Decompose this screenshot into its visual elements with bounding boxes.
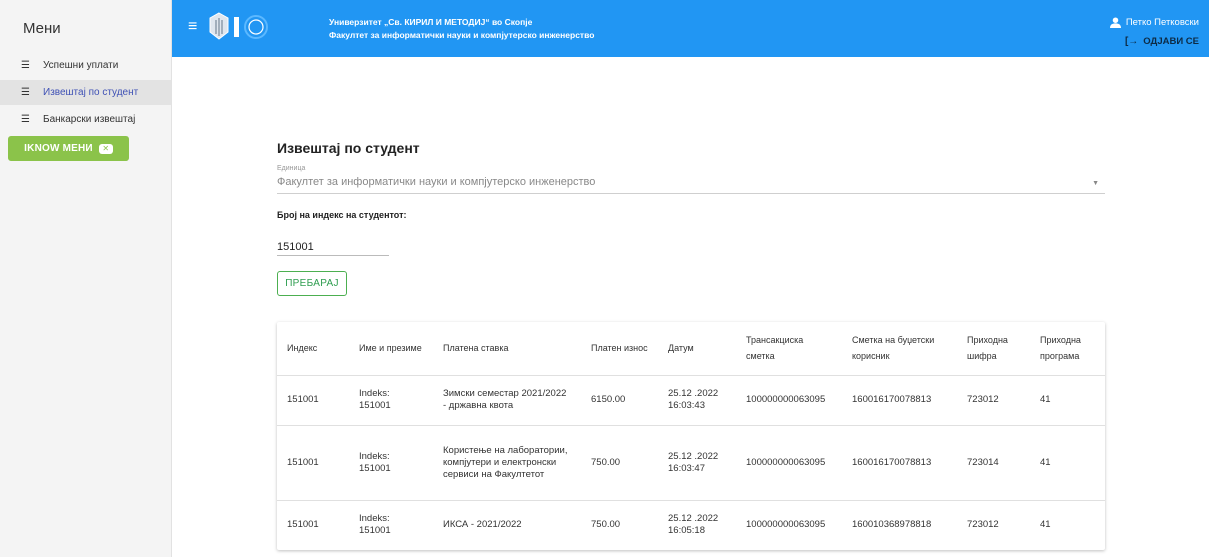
table-row: 151001 Indeks: 151001 ИКСА - 2021/2022 7…	[277, 500, 1105, 549]
table-cell: 151001	[287, 518, 319, 530]
table-cell: 25.12 .2022 16:05:18	[668, 512, 719, 536]
results-table: Индекс Име и презиме Платена ставка Плат…	[277, 322, 1105, 549]
column-header: Платен износ	[581, 322, 658, 376]
sidebar-title: Мени	[23, 20, 61, 37]
table-cell: 25.12 .2022 16:03:43	[658, 375, 736, 426]
university-name: Универзитет „Св. КИРИЛ И МЕТОДИЈ“ во Ско…	[329, 16, 594, 42]
page-title: Извештај по студент	[277, 140, 420, 156]
column-header: Индекс	[277, 322, 349, 376]
iknow-menu-label: IKNOW МЕНИ	[24, 143, 93, 154]
table-cell: 750.00	[591, 518, 621, 530]
faculty-title: Факултет за информатички науки и компјут…	[329, 30, 595, 40]
table-cell: 25.12 .2022 16:03:47	[658, 425, 736, 501]
results-table-card: Индекс Име и презиме Платена ставка Плат…	[277, 322, 1105, 550]
user-name: Петко Петковски	[1125, 17, 1199, 28]
table-cell: 750.00	[581, 425, 658, 501]
table-cell: 41	[1030, 375, 1105, 426]
person-icon	[1109, 17, 1121, 28]
sidebar-item-label: Успешни уплати	[43, 60, 119, 71]
table-cell: Indeks: 151001	[349, 375, 433, 426]
chevron-down-icon: ▼	[1092, 180, 1099, 187]
sidebar-item-bank-report[interactable]: ☰ Банкарски извештај	[0, 107, 171, 132]
backspace-icon: ✕	[98, 143, 113, 154]
table-cell: 723012	[967, 518, 999, 530]
sidebar-item-label: Извештај по студент	[43, 87, 139, 98]
column-header: Име и презиме	[349, 322, 433, 376]
column-header: Приходна програма	[1030, 322, 1105, 376]
user-info[interactable]: Петко Петковски	[1109, 17, 1199, 28]
table-header-row: Индекс Име и презиме Платена ставка Плат…	[277, 322, 1105, 376]
table-cell: 151001	[277, 375, 349, 426]
sidebar: Мени ☰ Успешни уплати ☰ Извештај по студ…	[0, 0, 172, 557]
column-header: Трансакциска сметка	[736, 322, 842, 376]
list-icon: ☰	[21, 60, 30, 71]
index-input[interactable]	[277, 238, 389, 256]
sidebar-item-student-report[interactable]: ☰ Извештај по студент	[0, 80, 171, 105]
top-bar: ≡ Универзитет „Св. КИРИЛ И МЕТОДИЈ“ во С…	[172, 0, 1209, 57]
table-cell: 100000000063095	[736, 425, 842, 501]
logout-label: ОДЈАВИ СЕ	[1143, 36, 1199, 47]
column-header: Сметка на буџетски корисник	[842, 322, 957, 376]
table-cell: Зимски семестар 2021/2022 - државна квот…	[433, 375, 581, 426]
exit-icon: [→	[1124, 36, 1139, 47]
iknow-menu-button[interactable]: IKNOW МЕНИ ✕	[8, 136, 129, 161]
unit-select[interactable]: Факултет за информатички науки и компјут…	[277, 176, 1105, 194]
list-icon: ☰	[21, 114, 30, 125]
university-logo-icon	[209, 12, 229, 40]
table-cell: 41	[1040, 518, 1051, 530]
table-cell: 151001	[277, 425, 349, 501]
sidebar-item-label: Банкарски извештај	[43, 114, 136, 125]
table-cell: Користење на лаборатории, компјутери и е…	[433, 425, 581, 501]
index-label: Број на индекс на студентот:	[277, 210, 407, 220]
table-row: 151001 Indeks: 151001 Користење на лабор…	[277, 425, 1105, 501]
table-cell: 100000000063095	[746, 518, 826, 530]
column-header: Приходна шифра	[957, 322, 1030, 376]
table-cell: 160010368978818	[852, 518, 932, 530]
table-cell: ИКСА - 2021/2022	[443, 518, 522, 530]
table-cell: 160016170078813	[842, 425, 957, 501]
logout-button[interactable]: [→ ОДЈАВИ СЕ	[1125, 36, 1199, 47]
column-header: Платена ставка	[433, 322, 581, 376]
table-row: 151001 Indeks: 151001 Зимски семестар 20…	[277, 375, 1105, 426]
list-icon: ☰	[21, 87, 30, 98]
table-cell: 41	[1030, 425, 1105, 501]
unit-select-value: Факултет за информатички науки и компјут…	[277, 176, 596, 188]
table-cell: 723014	[957, 425, 1030, 501]
table-cell: 100000000063095	[736, 375, 842, 426]
university-title: Универзитет „Св. КИРИЛ И МЕТОДИЈ“ во Ско…	[329, 17, 533, 27]
table-cell: Indeks: 151001	[349, 425, 433, 501]
table-cell: Indeks: 151001	[359, 512, 391, 536]
sidebar-item-successful-payments[interactable]: ☰ Успешни уплати	[0, 53, 171, 78]
unit-label: Единица	[277, 165, 306, 172]
search-button[interactable]: ПРЕБАРАЈ	[277, 271, 347, 296]
column-header: Датум	[658, 322, 736, 376]
menu-toggle-icon[interactable]: ≡	[188, 18, 197, 36]
table-cell: 723012	[957, 375, 1030, 426]
faculty-logo-icon	[234, 15, 268, 39]
table-cell: 160016170078813	[842, 375, 957, 426]
table-cell: 6150.00	[581, 375, 658, 426]
